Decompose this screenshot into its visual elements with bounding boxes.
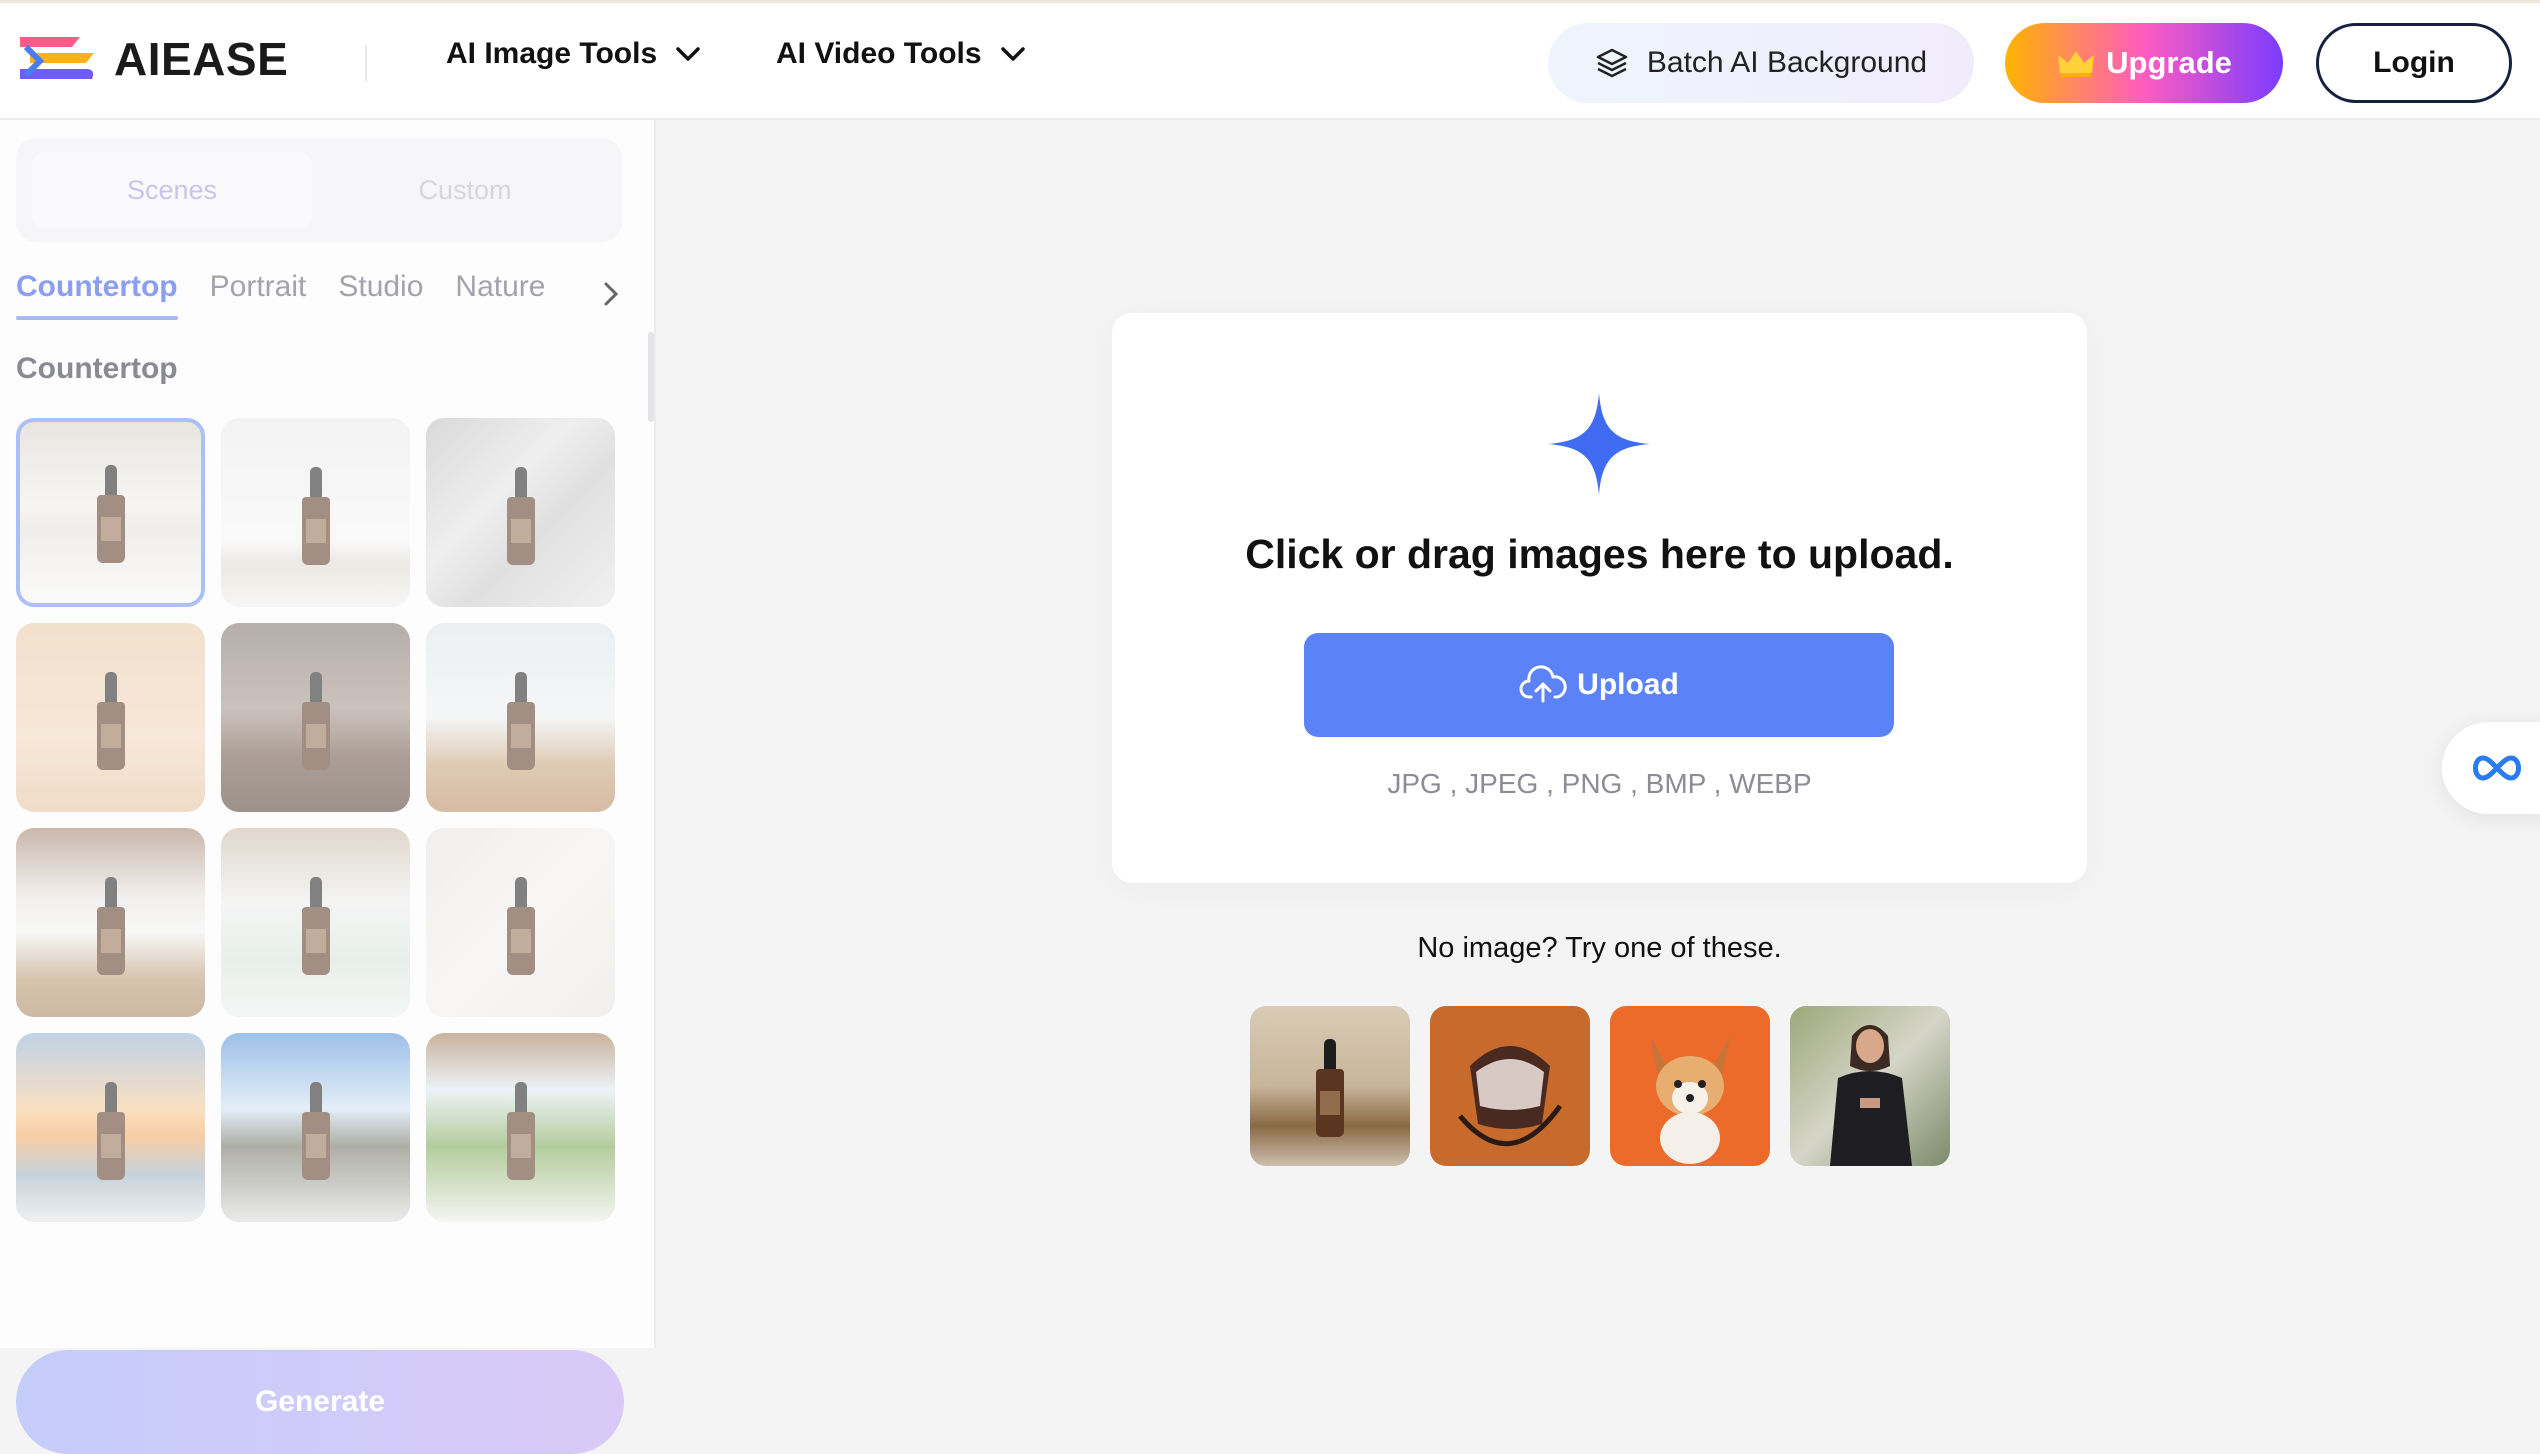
scene-thumb[interactable]	[16, 418, 205, 607]
sample-image-puppy[interactable]	[1610, 1006, 1770, 1166]
login-button[interactable]: Login	[2316, 23, 2512, 103]
scene-thumb[interactable]	[221, 418, 410, 607]
scene-thumb[interactable]	[426, 623, 615, 812]
floating-helper-button[interactable]	[2442, 722, 2540, 814]
generate-button[interactable]: Generate	[16, 1350, 624, 1454]
bag-illustration	[1458, 1046, 1563, 1146]
segment-scenes[interactable]: Scenes	[32, 152, 312, 228]
tab-studio[interactable]: Studio	[338, 270, 423, 304]
header-divider	[365, 45, 367, 81]
nav-label: AI Video Tools	[776, 37, 982, 70]
top-bar: AIEASE AI Image Tools AI Video Tools Bat…	[0, 0, 2540, 120]
logo-text: AIEASE	[114, 33, 289, 85]
scene-thumb[interactable]	[16, 828, 205, 1017]
scene-sidebar: Scenes Custom Countertop Portrait Studio…	[0, 120, 656, 1454]
aiease-logo-icon	[20, 37, 94, 79]
scene-grid	[16, 418, 616, 1318]
sample-image-serum[interactable]	[1250, 1006, 1410, 1166]
sample-images	[1250, 1006, 1950, 1166]
infinity-icon	[2473, 755, 2521, 781]
nav-ai-image-tools[interactable]: AI Image Tools	[446, 37, 701, 71]
cloud-upload-icon	[1519, 665, 1567, 703]
segment-control: Scenes Custom	[16, 138, 622, 242]
upload-dropzone[interactable]: Click or drag images here to upload. Upl…	[1112, 313, 2087, 883]
scene-thumb[interactable]	[221, 623, 410, 812]
segment-custom[interactable]: Custom	[322, 152, 608, 228]
upload-title: Click or drag images here to upload.	[1245, 531, 1954, 577]
layers-icon	[1596, 48, 1628, 78]
upgrade-label: Upgrade	[2106, 45, 2232, 80]
nav-label: AI Image Tools	[446, 37, 658, 70]
upload-button[interactable]: Upload	[1304, 633, 1894, 737]
chevron-down-icon	[1000, 47, 1025, 61]
category-tabs: Countertop Portrait Studio Nature	[16, 270, 545, 320]
supported-formats: JPG , JPEG , PNG , BMP , WEBP	[1387, 768, 1812, 799]
sparkle-icon	[1548, 393, 1650, 495]
tab-nature[interactable]: Nature	[455, 270, 545, 304]
scene-thumb[interactable]	[221, 1033, 410, 1222]
tab-countertop[interactable]: Countertop	[16, 270, 178, 320]
scene-thumb[interactable]	[426, 828, 615, 1017]
scene-thumb[interactable]	[221, 828, 410, 1017]
sidebar-scrollbar[interactable]	[648, 332, 654, 422]
logo[interactable]: AIEASE	[16, 31, 288, 87]
scene-thumb[interactable]	[426, 418, 615, 607]
upload-label: Upload	[1577, 668, 1679, 701]
scene-thumb[interactable]	[16, 1033, 205, 1222]
nav-ai-video-tools[interactable]: AI Video Tools	[776, 37, 1026, 71]
chevron-down-icon	[676, 47, 700, 61]
puppy-illustration	[1650, 1036, 1730, 1164]
sample-image-woman[interactable]	[1790, 1006, 1950, 1166]
section-title: Countertop	[16, 352, 178, 385]
crown-icon	[2058, 51, 2095, 77]
upgrade-button[interactable]: Upgrade	[2005, 23, 2283, 103]
scene-thumb[interactable]	[16, 623, 205, 812]
tab-portrait[interactable]: Portrait	[210, 270, 307, 304]
try-samples-text: No image? Try one of these.	[1417, 932, 1782, 964]
scene-thumb[interactable]	[426, 1033, 615, 1222]
woman-illustration	[1830, 1025, 1912, 1166]
chevron-right-icon[interactable]	[600, 280, 624, 308]
sample-image-bag[interactable]	[1430, 1006, 1590, 1166]
batch-ai-background-button[interactable]: Batch AI Background	[1548, 23, 1974, 103]
batch-label: Batch AI Background	[1646, 46, 1928, 79]
